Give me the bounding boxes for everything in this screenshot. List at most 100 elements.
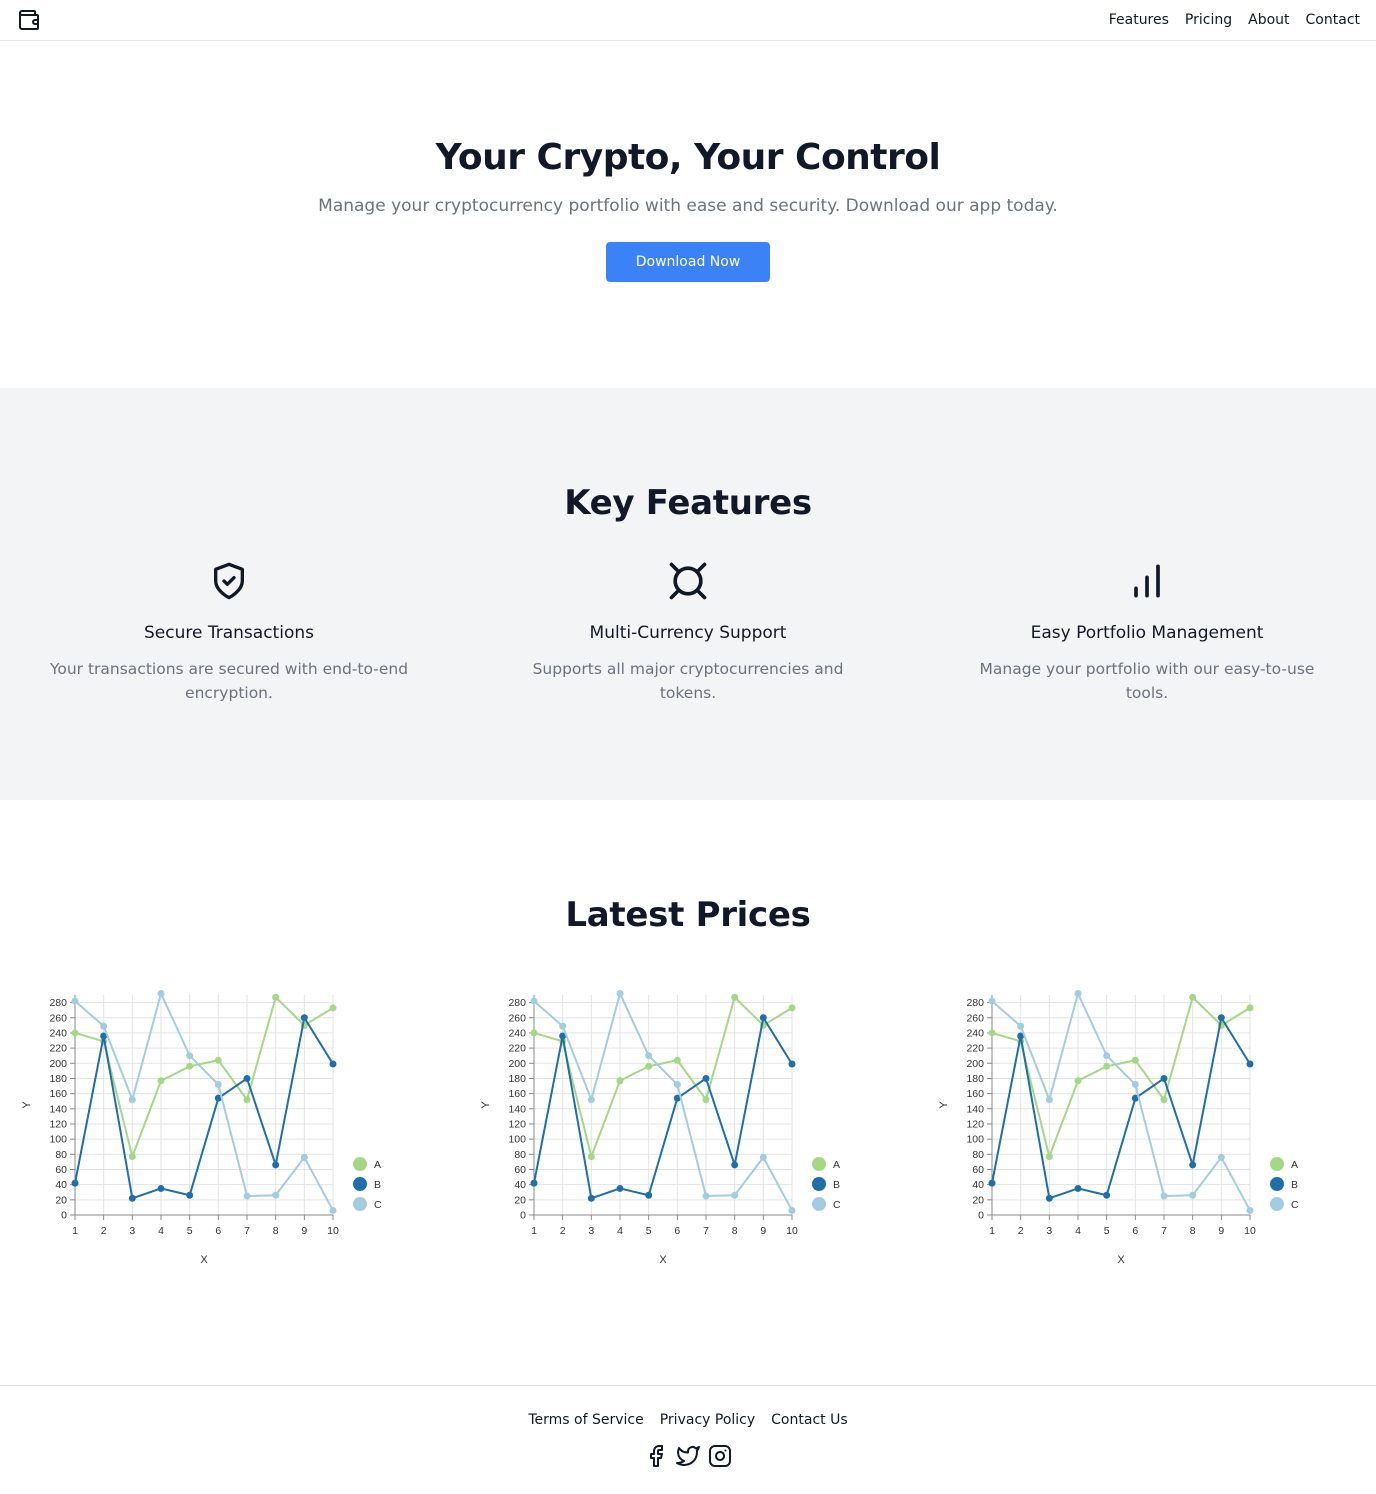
data-point-C [587,1096,595,1104]
data-point-C [1017,1022,1025,1030]
data-point-A [71,1029,79,1037]
y-tick-label: 20 [514,1194,526,1206]
data-point-B [1045,1194,1053,1202]
data-point-A [645,1062,653,1070]
data-point-C [214,1081,222,1089]
x-tick-label: 10 [786,1225,798,1237]
series-line-A [74,995,334,1161]
data-point-B [1246,1060,1254,1068]
legend-marker-B [1270,1177,1284,1192]
x-tick-label: 5 [187,1225,193,1237]
nav-link-contact[interactable]: Contact [1306,12,1360,28]
series-line-C [533,990,793,1212]
main-nav: Features Pricing About Contact [1109,12,1360,28]
data-point-B [731,1161,739,1169]
footer-link-terms[interactable]: Terms of Service [528,1412,643,1428]
y-tick-label: 240 [966,1028,984,1040]
data-point-C [186,1052,194,1060]
prices-title: Latest Prices [565,895,811,935]
x-axis-title: X [659,1254,667,1266]
data-point-C [673,1081,681,1089]
y-tick-label: 0 [978,1210,984,1222]
bar-chart-icon [1125,559,1169,603]
x-tick-label: 7 [244,1225,250,1237]
legend-marker-A [812,1157,826,1172]
data-point-A [243,1096,251,1104]
x-tick-label: 3 [1046,1225,1052,1237]
legend-label: C [374,1199,382,1211]
feature-card-multicurrency: Multi-Currency Support Supports all majo… [459,559,917,705]
x-tick-label: 6 [215,1225,221,1237]
y-tick-label: 240 [49,1028,67,1040]
x-tick-label: 2 [1018,1225,1024,1237]
data-point-C [559,1022,567,1030]
y-tick-label: 280 [49,997,67,1009]
nav-link-pricing[interactable]: Pricing [1185,12,1232,28]
x-tick-label: 4 [1075,1225,1081,1237]
y-tick-label: 20 [55,1194,67,1206]
feature-card-secure: Secure Transactions Your transactions ar… [0,559,458,705]
footer-link-contact[interactable]: Contact Us [771,1412,847,1428]
data-point-C [1074,990,1082,998]
y-tick-label: 260 [49,1012,67,1024]
y-tick-label: 160 [49,1088,67,1100]
series-line-C [991,990,1251,1212]
data-point-B [1103,1191,1111,1199]
y-tick-label: 80 [514,1149,526,1161]
y-tick-label: 180 [49,1073,67,1085]
y-tick-label: 60 [55,1164,67,1176]
x-tick-label: 8 [732,1225,738,1237]
y-tick-label: 260 [508,1012,526,1024]
data-point-B [1160,1075,1168,1083]
social-links [0,1444,1376,1468]
line-chart: 0 20 40 60 80 100 120 140 160 180 200 220 240 260 280 1… [480,990,841,1266]
instagram-icon[interactable] [708,1444,732,1468]
data-point-A [214,1056,222,1064]
data-point-A [788,1004,796,1012]
series-line-A [991,995,1251,1161]
twitter-icon[interactable] [676,1444,700,1468]
data-point-A [272,993,280,1001]
data-point-A [329,1004,337,1012]
x-tick-label: 10 [1244,1225,1256,1237]
y-tick-label: 80 [972,1149,984,1161]
y-tick-label: 40 [514,1179,526,1191]
data-point-A [988,1029,996,1037]
data-point-B [157,1185,165,1193]
data-point-B [788,1060,796,1068]
nav-link-features[interactable]: Features [1109,12,1169,28]
y-axis-title: Y [938,1101,950,1109]
data-point-B [1217,1014,1225,1022]
data-point-A [1189,993,1197,1001]
x-axis-title: X [1117,1254,1125,1266]
legend-label: B [374,1179,381,1191]
data-point-C [788,1207,796,1215]
download-now-button[interactable]: Download Now [606,242,770,283]
x-tick-label: 6 [1132,1225,1138,1237]
site-header: Features Pricing About Contact [0,0,1376,41]
data-point-C [100,1022,108,1030]
hero-section: Your Crypto, Your Control Manage your cr… [0,41,1376,388]
data-point-C [300,1153,308,1161]
legend-marker-C [1270,1197,1284,1212]
y-tick-label: 200 [508,1058,526,1070]
wallet-icon[interactable] [17,8,41,32]
legend-marker-C [353,1197,367,1212]
line-chart: 0 20 40 60 80 100 120 140 160 180 200 220 240 260 280 1… [938,990,1299,1266]
data-point-C [1103,1052,1111,1060]
data-point-B [645,1191,653,1199]
shield-check-icon [209,559,249,603]
data-point-C [616,990,624,998]
y-tick-label: 280 [508,997,526,1009]
series-line-A [533,995,793,1161]
y-axis-title: Y [21,1101,33,1109]
data-point-C [530,997,538,1005]
data-point-C [272,1191,280,1199]
data-point-B [759,1014,767,1022]
data-point-C [243,1192,251,1200]
nav-link-about[interactable]: About [1248,12,1289,28]
footer-link-privacy[interactable]: Privacy Policy [660,1412,755,1428]
facebook-icon[interactable] [644,1444,668,1468]
legend-label: B [833,1179,840,1191]
data-point-B [186,1191,194,1199]
